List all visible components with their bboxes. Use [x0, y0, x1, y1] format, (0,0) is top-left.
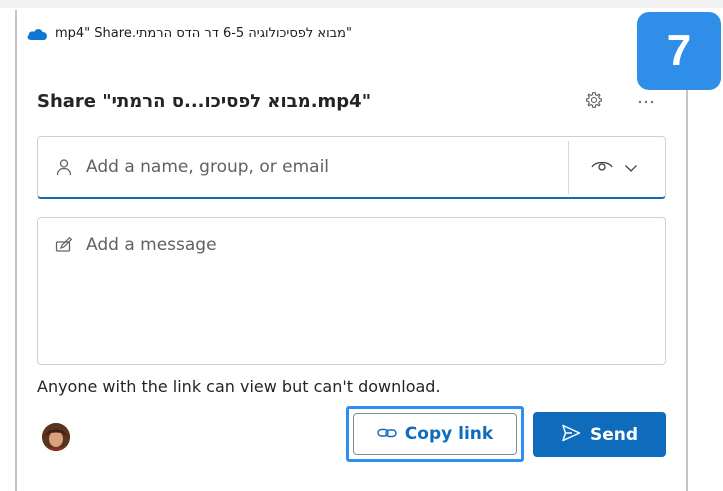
- avatar[interactable]: [42, 423, 70, 451]
- message-input[interactable]: [86, 235, 626, 255]
- share-dialog-screen: "מבוא לפסיכולוגיה 6-5 דר הדס הרמתי.mp4" …: [0, 0, 723, 491]
- copy-link-button[interactable]: Copy link: [353, 413, 517, 455]
- background-page-strip: [0, 0, 723, 8]
- message-field[interactable]: [37, 217, 666, 365]
- send-label: Send: [589, 424, 639, 445]
- permission-divider: [568, 141, 569, 194]
- chevron-down-icon: [624, 158, 638, 177]
- link-icon: [377, 425, 397, 444]
- recipient-input[interactable]: [86, 157, 556, 177]
- message-row: [55, 235, 626, 255]
- more-options-button[interactable]: [635, 87, 657, 111]
- window-border-right: [686, 90, 688, 491]
- send-button[interactable]: Send: [533, 412, 666, 457]
- window-titlebar: "מבוא לפסיכולוגיה 6-5 דר הדס הרמתי.mp4" …: [17, 20, 657, 46]
- ellipsis-icon: [637, 90, 655, 109]
- window-border-left: [15, 10, 17, 491]
- step-number-badge: 7: [637, 12, 721, 90]
- link-permission-dropdown[interactable]: [590, 155, 656, 179]
- gear-icon: [585, 91, 603, 113]
- onedrive-cloud-icon: [26, 26, 48, 40]
- copy-link-label: Copy link: [404, 424, 494, 444]
- dialog-header: Share "מבוא לפסיכו...ס הרמתי.mp4": [37, 85, 667, 117]
- link-permission-description: Anyone with the link can view but can't …: [37, 377, 441, 396]
- recipient-field[interactable]: [37, 136, 666, 199]
- send-icon: [561, 424, 581, 446]
- copy-link-focus-highlight: Copy link: [346, 406, 524, 462]
- eye-icon: [590, 157, 614, 177]
- person-icon: [55, 158, 73, 176]
- pencil-icon: [55, 236, 73, 254]
- settings-button[interactable]: [583, 91, 605, 113]
- dialog-title: Share "מבוא לפסיכו...ס הרמתי.mp4": [37, 90, 372, 112]
- window-title: "מבוא לפסיכולוגיה 6-5 דר הדס הרמתי.mp4" …: [55, 25, 352, 41]
